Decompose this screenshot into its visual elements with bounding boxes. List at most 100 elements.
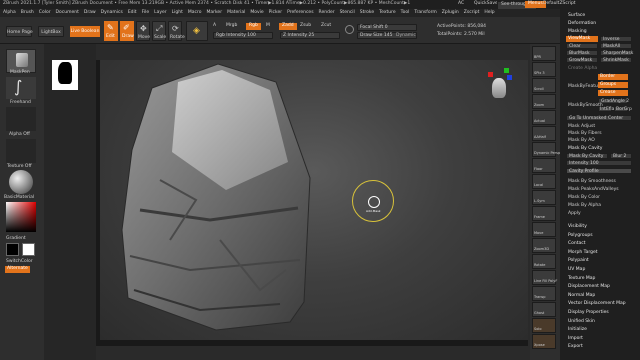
growmask-button[interactable]: GrowMask — [566, 57, 598, 63]
alternate-button[interactable]: Alternate — [5, 266, 30, 273]
menu-item-picker[interactable]: Picker — [269, 10, 282, 16]
menu-item-stroke[interactable]: Stroke — [360, 10, 374, 16]
a-toggle[interactable]: A — [213, 23, 216, 29]
viewmask-button[interactable]: ViewMask — [566, 36, 598, 42]
shelf-actual-button[interactable]: Actual — [532, 110, 556, 125]
shelf-bpr-button[interactable]: BPR — [532, 46, 556, 61]
shelf-spix-3-button[interactable]: SPix 3 — [532, 62, 556, 77]
tray-section-visibility[interactable]: Visibility — [568, 224, 587, 230]
blur-slider[interactable]: Blur 2 — [610, 153, 632, 159]
tray-section-contact[interactable]: Contact — [568, 242, 586, 247]
menu-item-document[interactable]: Document — [56, 10, 79, 16]
tray-section-morph-target[interactable]: Morph Target — [568, 250, 598, 256]
tray-section-unified-skin[interactable]: Unified Skin — [568, 319, 595, 325]
primary-color-swatch[interactable] — [6, 243, 19, 256]
menu-item-alpha[interactable]: Alpha — [3, 10, 16, 16]
zcut-toggle[interactable]: Zcut — [321, 23, 331, 29]
shelf-move-button[interactable]: Move — [532, 222, 556, 237]
inverse-button[interactable]: Inverse — [600, 36, 632, 42]
rotate-button[interactable]: Rotate ⟳ — [168, 21, 185, 41]
draw-button[interactable]: Draw ✐ — [120, 21, 134, 41]
shelf-frame-button[interactable]: Frame — [532, 206, 556, 221]
focal-shift-slider[interactable]: Focal Shift 0 — [357, 24, 417, 31]
mask-adjust-section[interactable]: Mask Adjust — [568, 124, 595, 130]
shelf-solo-button[interactable]: Solo — [532, 318, 556, 333]
shelf-l-sym-button[interactable]: L.Sym — [532, 190, 556, 205]
masking-section[interactable]: Masking — [568, 29, 587, 35]
go-unmasked-center-button[interactable]: Go To Unmasked Center — [566, 115, 632, 121]
switchcolor-button[interactable]: SwitchColor — [6, 259, 33, 265]
menu-item-render[interactable]: Render — [319, 10, 335, 16]
shelf-local-button[interactable]: Local — [532, 174, 556, 189]
bordgrp-toggle[interactable]: BorGrp — [614, 106, 632, 112]
navigation-head[interactable] — [484, 66, 514, 104]
shelf-aahalf-button[interactable]: AAHalf — [532, 126, 556, 141]
shelf-ghost-button[interactable]: Ghost — [532, 302, 556, 317]
alpha-thumbnail[interactable] — [6, 107, 36, 131]
sharpenmask-button[interactable]: SharpenMask — [600, 50, 633, 56]
shrinkmask-button[interactable]: ShrinkMask — [600, 57, 632, 63]
groups-toggle[interactable]: Groups — [598, 82, 628, 88]
m-toggle[interactable]: M — [266, 23, 270, 29]
tray-section-uv-map[interactable]: UV Map — [568, 267, 585, 273]
shelf-transp-button[interactable]: Transp — [532, 286, 556, 301]
cavity-profile-button[interactable]: Cavity Profile — [566, 168, 632, 174]
mask-by-color-section[interactable]: Mask By Color — [568, 195, 600, 201]
quicksave-button[interactable]: QuickSave — [474, 1, 498, 7]
shelf-scroll-button[interactable]: Scroll — [532, 78, 556, 93]
mask-by-ao-section[interactable]: Mask By AO — [568, 138, 595, 144]
secondary-color-swatch[interactable] — [22, 243, 35, 256]
crease-toggle[interactable]: Crease — [598, 90, 628, 96]
menu-item-color[interactable]: Color — [39, 10, 51, 16]
menu-item-tool[interactable]: Tool — [401, 10, 410, 16]
gizmo-button[interactable]: ◈ — [186, 21, 208, 41]
menu-item-file[interactable]: File — [142, 10, 150, 16]
shelf-rotate-button[interactable]: Rotate — [532, 254, 556, 269]
border-toggle[interactable]: Border — [598, 74, 628, 80]
menu-item-macro[interactable]: Macro — [188, 10, 202, 16]
mask-by-cavity-section[interactable]: Mask By Cavity — [568, 146, 602, 152]
menu-item-material[interactable]: Material — [227, 10, 245, 16]
menu-item-movie[interactable]: Movie — [250, 10, 263, 16]
stroke-thumbnail[interactable]: ∫ — [6, 77, 36, 99]
menu-item-zscript[interactable]: Zscript — [464, 10, 480, 16]
tray-section-polypaint[interactable]: Polypaint — [568, 259, 589, 264]
intensity-slider[interactable]: Intensity 100 — [566, 160, 632, 166]
tray-section-vector-displacement-map[interactable]: Vector Displacement Map — [568, 302, 626, 307]
tray-section-texture-map[interactable]: Texture Map — [568, 276, 595, 282]
rgb-toggle[interactable]: Rgb — [246, 23, 261, 30]
tray-section-polygroups[interactable]: Polygroups — [568, 233, 593, 239]
tray-section-initialize[interactable]: Initialize — [568, 328, 587, 333]
surface-section[interactable]: Surface — [568, 13, 585, 19]
deformation-section[interactable]: Deformation — [568, 21, 596, 27]
edit-button[interactable]: Edit ✎ — [104, 21, 118, 41]
shelf-zoom3d-button[interactable]: Zoom3D — [532, 238, 556, 253]
shelf-line-fill-polyf-button[interactable]: Line Fill PolyF — [532, 270, 557, 285]
menu-item-transform[interactable]: Transform — [414, 10, 436, 16]
zsub-toggle[interactable]: Zsub — [300, 23, 311, 29]
menu-item-stencil[interactable]: Stencil — [340, 10, 355, 16]
blurmask-button[interactable]: BlurMask — [566, 50, 598, 56]
mask-peaks-valleys-section[interactable]: Mask PeaksAndValleys — [568, 187, 619, 193]
color-picker[interactable] — [6, 202, 36, 232]
tray-section-normal-map[interactable]: Normal Map — [568, 293, 595, 299]
menu-item-light[interactable]: Light — [172, 10, 183, 16]
menu-item-draw[interactable]: Draw — [84, 10, 96, 16]
adaptive-icon[interactable] — [345, 25, 354, 34]
menu-item-preferences[interactable]: Preferences — [287, 10, 313, 16]
shelf-dynamic-persp-button[interactable]: Dynamic Persp — [532, 142, 560, 157]
mrgb-toggle[interactable]: Mrgb — [226, 23, 237, 29]
document-canvas[interactable]: Add.Mask — [100, 60, 528, 340]
mask-by-cavity-button[interactable]: Mask By Cavity — [566, 153, 608, 159]
tray-section-displacement-map[interactable]: Displacement Map — [568, 285, 610, 290]
default-zscript-button[interactable]: DefaultZScript — [543, 1, 576, 7]
shelf-xpose-button[interactable]: Xpose — [532, 334, 556, 349]
live-boolean-button[interactable]: Live Boolean — [70, 26, 100, 37]
menu-item-edit[interactable]: Edit — [128, 10, 137, 16]
texture-thumbnail[interactable] — [6, 139, 36, 163]
mask-by-fibers-section[interactable]: Mask By Fibers — [568, 131, 602, 137]
clear-button[interactable]: Clear — [566, 43, 598, 49]
move-button[interactable]: Move ✥ — [136, 21, 150, 41]
gradient-label[interactable]: Gradient — [6, 236, 26, 242]
tray-section-import[interactable]: Import — [568, 336, 583, 342]
